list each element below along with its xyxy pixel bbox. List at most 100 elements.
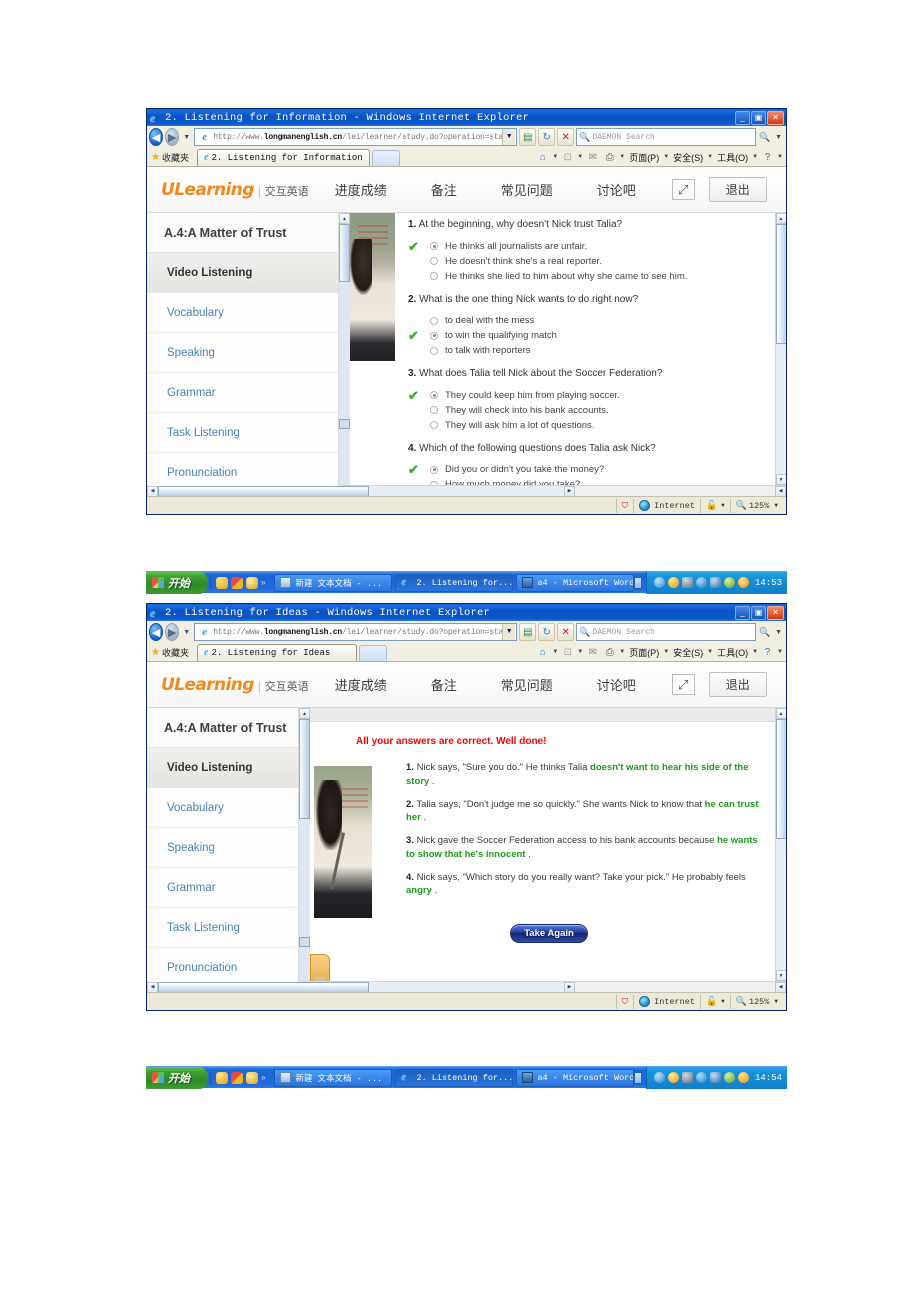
search-go-icon[interactable]: 🔍 [758, 128, 771, 146]
option-radio[interactable] [430, 406, 438, 414]
tools-menu-chevron-down-icon[interactable]: ▼ [752, 649, 758, 655]
inner-scroll-up-icon[interactable]: ▲ [339, 213, 350, 224]
safety-menu[interactable]: 安全(S) [671, 646, 705, 659]
sidebar-item-speaking[interactable]: Speaking [147, 828, 299, 868]
option-radio[interactable] [430, 257, 438, 265]
close-button[interactable]: ✕ [767, 110, 784, 125]
tray-icon-4[interactable] [695, 1072, 707, 1083]
option-radio[interactable] [430, 465, 438, 474]
scroll-thumb[interactable] [775, 224, 786, 344]
tray-icon-5[interactable] [709, 577, 721, 588]
hscroll-thumb[interactable] [158, 485, 370, 496]
home-icon[interactable]: ⌂ [535, 645, 550, 659]
forward-icon[interactable]: ▶ [165, 623, 180, 641]
hscroll-track[interactable] [158, 981, 564, 992]
exit-button[interactable]: 退出 [708, 672, 767, 697]
security-zone[interactable]: Internet [633, 994, 700, 1009]
option-radio[interactable] [430, 272, 438, 280]
scroll-left-icon[interactable]: ◀ [147, 981, 158, 992]
tray-icon-1[interactable] [653, 577, 665, 588]
taskbar-item-word[interactable]: a4 - Microsoft Word [516, 573, 635, 592]
option-row[interactable]: to talk with reporters [408, 343, 761, 358]
tray-icon-3[interactable] [681, 577, 693, 588]
address-input[interactable]: e http://www.longmanenglish.cn/lei/learn… [194, 623, 518, 641]
tray-icon-2[interactable] [667, 1072, 679, 1083]
inner-scroll-thumb[interactable] [299, 719, 311, 819]
option-row[interactable]: ✔ They could keep him from playing socce… [408, 388, 761, 403]
sidebar-item-task-listening[interactable]: Task Listening [147, 413, 338, 453]
app-logo[interactable]: ULearning | 交互英语 [161, 180, 309, 200]
messenger-quicklaunch-icon[interactable] [246, 576, 258, 589]
media-quicklaunch-icon[interactable] [231, 576, 243, 589]
nav-item-faq[interactable]: 常见问题 [501, 675, 553, 694]
option-radio[interactable] [430, 421, 438, 429]
start-button[interactable]: 开始 [146, 571, 208, 594]
option-row[interactable]: ✔ to win the qualifying match [408, 328, 761, 343]
show-desktop-icon[interactable] [634, 576, 642, 589]
ie-quicklaunch-icon[interactable] [216, 1071, 228, 1084]
address-chevron-down-icon[interactable]: ▼ [502, 624, 516, 640]
scroll-down-icon[interactable]: ▼ [775, 970, 786, 981]
nav-item-progress[interactable]: 进度成绩 [335, 675, 387, 694]
fullscreen-button[interactable]: ⤢ [671, 179, 695, 200]
feeds-icon[interactable]: ⊡ [560, 645, 575, 659]
hscroll-thumb[interactable] [158, 981, 370, 992]
search-input[interactable]: 🔍 DAEMON Search [576, 623, 757, 641]
forward-icon[interactable]: ▶ [165, 128, 180, 146]
refresh-icon[interactable]: ↻ [538, 128, 556, 146]
home-chevron-down-icon[interactable]: ▼ [552, 154, 558, 160]
safety-menu-chevron-down-icon[interactable]: ▼ [707, 154, 713, 160]
zoom-control[interactable]: 🔍 125% ▼ [729, 994, 783, 1009]
print-icon[interactable]: ⎙ [602, 645, 617, 659]
tray-icon-6[interactable] [723, 577, 735, 588]
horizontal-scrollbar[interactable]: ◀ ▶ ◀ [147, 981, 786, 992]
quicklaunch-overflow-icon[interactable]: » [261, 1073, 265, 1082]
option-radio[interactable] [430, 346, 438, 355]
browser-tab[interactable]: e 2. Listening for Ideas [196, 644, 357, 661]
option-radio[interactable] [430, 391, 438, 399]
inner-scroll-left-icon[interactable]: ◀ [775, 981, 786, 992]
feeds-icon[interactable]: ⊡ [560, 150, 575, 164]
scroll-up-icon[interactable]: ▲ [775, 708, 786, 719]
page-menu[interactable]: 页面(P) [627, 646, 661, 659]
taskbar-item-notepad[interactable]: 新建 文本文档 - ... [274, 1068, 393, 1087]
horizontal-scrollbar[interactable]: ◀ ▶ ◀ [147, 485, 786, 496]
sidebar-item-vocabulary[interactable]: Vocabulary [147, 788, 299, 828]
sidebar-item-video-listening[interactable]: Video Listening [147, 253, 338, 293]
exit-button[interactable]: 退出 [708, 177, 767, 202]
option-row[interactable]: They will ask him a lot of questions. [408, 418, 761, 433]
maximize-button[interactable]: ▣ [751, 605, 766, 620]
nav-item-forum[interactable]: 讨论吧 [597, 180, 636, 199]
recent-pages-chevron-down-icon[interactable]: ▼ [181, 629, 192, 636]
clock[interactable]: 14:54 [755, 1073, 782, 1083]
option-radio[interactable] [430, 331, 438, 340]
refresh-icon[interactable]: ↻ [538, 623, 556, 641]
hscroll-track[interactable] [158, 485, 564, 496]
address-input[interactable]: e http://www.longmanenglish.cn/lei/learn… [194, 128, 518, 146]
minimize-button[interactable]: _ [735, 110, 750, 125]
option-row[interactable]: How much money did you take? [408, 477, 761, 485]
home-chevron-down-icon[interactable]: ▼ [552, 649, 558, 655]
tray-icon-7[interactable] [737, 1072, 749, 1083]
option-row[interactable]: He thinks she lied to him about why she … [408, 269, 761, 284]
inner-vertical-scrollbar[interactable]: ▲ [299, 708, 311, 981]
browser-tab[interactable]: e 2. Listening for Information [196, 149, 370, 166]
nav-item-notes[interactable]: 备注 [431, 180, 457, 199]
option-row[interactable]: to deal with the mess [408, 313, 761, 328]
scroll-track[interactable] [775, 839, 786, 970]
option-row[interactable]: They will check into his bank accounts. [408, 403, 761, 418]
help-icon[interactable]: ? [760, 645, 775, 659]
maximize-button[interactable]: ▣ [751, 110, 766, 125]
safety-menu[interactable]: 安全(S) [671, 151, 705, 164]
sidebar-item-grammar[interactable]: Grammar [147, 373, 338, 413]
tray-icon-7[interactable] [737, 577, 749, 588]
mail-icon[interactable]: ✉ [585, 150, 600, 164]
inner-vertical-scrollbar[interactable]: ▲ [339, 213, 350, 485]
taskbar-item-word[interactable]: a4 - Microsoft Word [516, 1068, 635, 1087]
compatibility-view-icon[interactable]: ▤ [519, 623, 537, 641]
scroll-up-icon[interactable]: ▲ [775, 213, 786, 224]
nav-item-forum[interactable]: 讨论吧 [597, 675, 636, 694]
scroll-down-icon[interactable]: ▼ [775, 474, 786, 485]
video-thumbnail[interactable] [314, 766, 373, 918]
tray-icon-4[interactable] [695, 577, 707, 588]
